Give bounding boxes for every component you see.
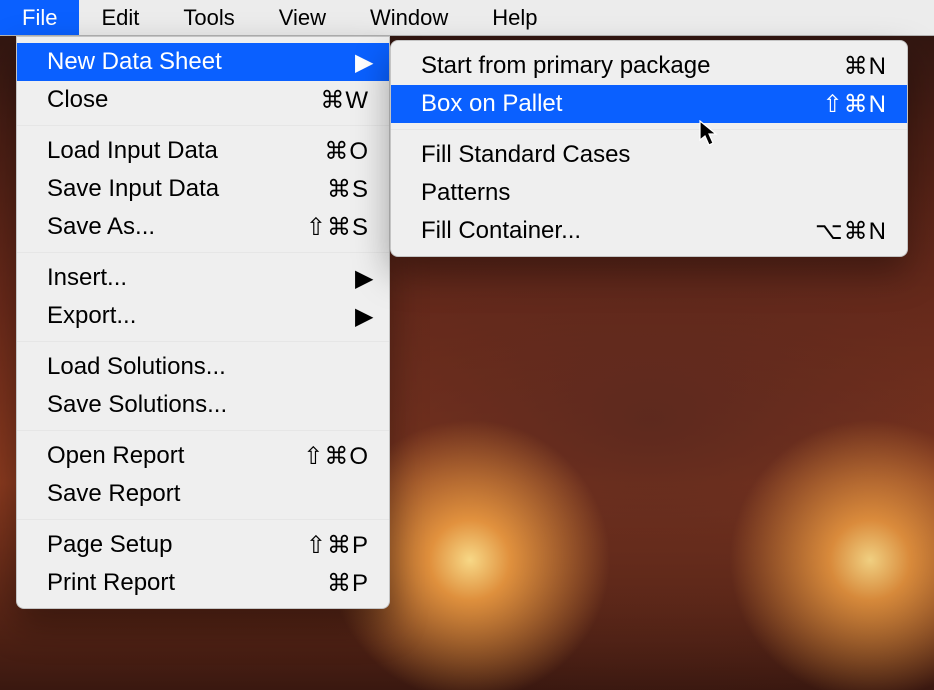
submenu-item-start-from-primary-package[interactable]: Start from primary package ⌘N [391,47,907,85]
menu-item-label: Box on Pallet [421,90,823,118]
menu-item-label: Fill Container... [421,217,815,245]
menubar-item-help[interactable]: Help [470,0,559,35]
menu-item-shortcut: ⇧⌘N [823,90,887,119]
menu-item-label: Start from primary package [421,52,844,80]
menubar-item-file[interactable]: File [0,0,79,35]
menu-item-label: New Data Sheet [47,48,355,76]
menu-item-open-report[interactable]: Open Report ⇧⌘O [17,437,389,475]
menu-item-shortcut: ⇧⌘P [306,531,369,560]
menu-item-label: Page Setup [47,531,306,559]
menu-item-page-setup[interactable]: Page Setup ⇧⌘P [17,526,389,564]
submenu-arrow-icon: ▶ [355,302,369,331]
menubar-label: Edit [101,5,139,31]
menu-item-load-solutions[interactable]: Load Solutions... [17,348,389,386]
menu-item-shortcut: ⇧⌘S [306,213,369,242]
menu-item-label: Insert... [47,264,355,292]
menu-item-shortcut: ⇧⌘O [303,442,369,471]
submenu-item-fill-container[interactable]: Fill Container... ⌥⌘N [391,212,907,250]
menu-item-save-as[interactable]: Save As... ⇧⌘S [17,208,389,246]
menu-item-export[interactable]: Export... ▶ [17,297,389,335]
menubar-item-edit[interactable]: Edit [79,0,161,35]
submenu-arrow-icon: ▶ [355,48,369,77]
menu-item-save-solutions[interactable]: Save Solutions... [17,386,389,424]
menu-item-label: Open Report [47,442,303,470]
new-data-sheet-submenu: Start from primary package ⌘N Box on Pal… [390,40,908,257]
menu-item-close[interactable]: Close ⌘W [17,81,389,119]
menu-item-insert[interactable]: Insert... ▶ [17,259,389,297]
menu-item-label: Close [47,86,320,114]
menu-item-new-data-sheet[interactable]: New Data Sheet ▶ [17,43,389,81]
menubar-label: File [22,5,57,31]
menubar-label: Tools [183,5,234,31]
submenu-item-fill-standard-cases[interactable]: Fill Standard Cases [391,136,907,174]
menu-item-shortcut: ⌘N [844,52,887,81]
menubar-label: Help [492,5,537,31]
menu-separator [391,129,907,130]
menu-separator [17,125,389,126]
menu-item-label: Load Input Data [47,137,324,165]
submenu-item-patterns[interactable]: Patterns [391,174,907,212]
menubar-label: View [279,5,326,31]
menu-item-save-input-data[interactable]: Save Input Data ⌘S [17,170,389,208]
menu-item-shortcut: ⌘P [327,569,369,598]
menu-separator [17,430,389,431]
menu-item-label: Load Solutions... [47,353,369,381]
menubar-item-tools[interactable]: Tools [161,0,256,35]
submenu-item-box-on-pallet[interactable]: Box on Pallet ⇧⌘N [391,85,907,123]
menu-item-label: Save Report [47,480,369,508]
menu-item-shortcut: ⌘W [320,86,369,115]
menu-item-shortcut: ⌘O [324,137,369,166]
menu-item-label: Print Report [47,569,327,597]
menu-item-label: Save As... [47,213,306,241]
menu-separator [17,252,389,253]
menu-item-print-report[interactable]: Print Report ⌘P [17,564,389,602]
file-menu: New Data Sheet ▶ Close ⌘W Load Input Dat… [16,36,390,609]
menu-item-label: Save Input Data [47,175,327,203]
menu-item-label: Export... [47,302,355,330]
menu-item-shortcut: ⌘S [327,175,369,204]
menubar: File Edit Tools View Window Help [0,0,934,36]
menu-item-label: Fill Standard Cases [421,141,887,169]
menubar-item-view[interactable]: View [257,0,348,35]
menu-separator [17,341,389,342]
menu-separator [17,519,389,520]
menu-item-shortcut: ⌥⌘N [815,217,887,246]
submenu-arrow-icon: ▶ [355,264,369,293]
menu-item-load-input-data[interactable]: Load Input Data ⌘O [17,132,389,170]
menu-item-label: Save Solutions... [47,391,369,419]
menubar-label: Window [370,5,448,31]
menu-item-save-report[interactable]: Save Report [17,475,389,513]
menu-item-label: Patterns [421,179,887,207]
menubar-item-window[interactable]: Window [348,0,470,35]
